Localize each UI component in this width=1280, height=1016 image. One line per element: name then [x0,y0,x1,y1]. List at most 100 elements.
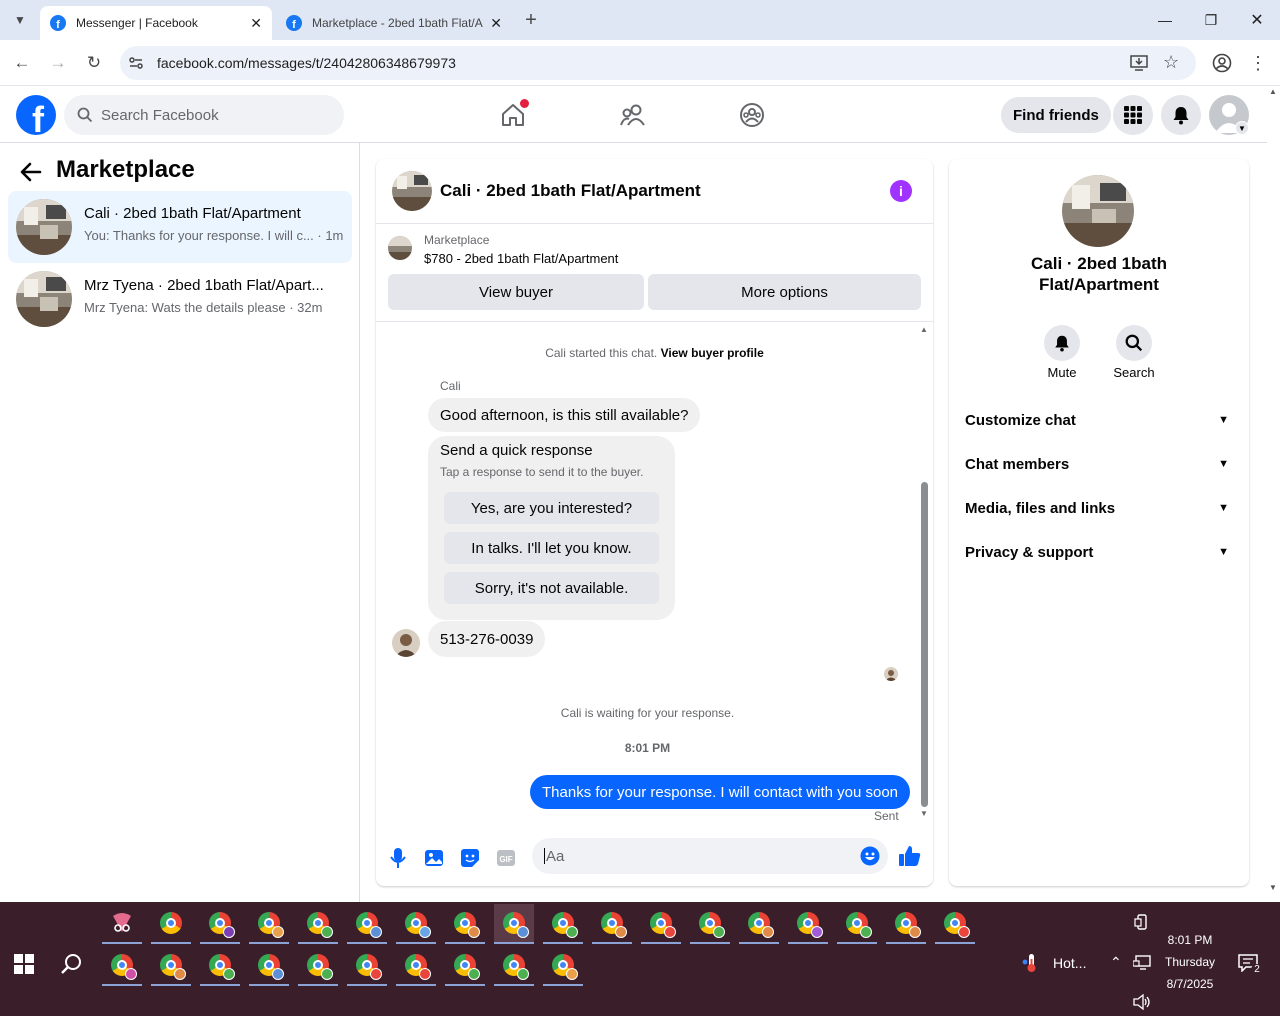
chrome-profile-icon[interactable] [396,946,436,986]
chrome-profile-icon[interactable] [249,904,289,944]
chrome-profile-icon[interactable] [249,946,289,986]
mute-button[interactable] [1044,325,1080,361]
close-tab-icon[interactable]: ✕ [490,15,502,32]
microphone-icon[interactable] [386,846,410,870]
media-files-links-row[interactable]: Media, files and links ▼ [965,486,1233,530]
chrome-profile-icon[interactable] [445,904,485,944]
minimize-icon[interactable]: — [1150,8,1180,32]
restore-icon[interactable]: ❐ [1196,8,1226,32]
listing-price-title[interactable]: $780 - 2bed 1bath Flat/Apartment [424,251,618,266]
gif-icon[interactable]: GIF [494,846,518,870]
menu-grid-button[interactable] [1113,95,1153,135]
chrome-profile-icon[interactable] [788,904,828,944]
chrome-profile-icon[interactable] [543,904,583,944]
network-icon[interactable] [1133,955,1151,971]
info-icon[interactable]: i [890,180,912,202]
tablet-mode-icon[interactable] [1134,914,1150,930]
chrome-profile-icon[interactable] [445,946,485,986]
scroll-up-arrow-icon[interactable]: ▲ [920,325,928,334]
chrome-profile-icon[interactable] [298,946,338,986]
quick-response-button[interactable]: Yes, are you interested? [444,492,659,524]
chrome-profile-icon[interactable] [494,946,534,986]
emoji-icon[interactable] [860,846,880,866]
chrome-profile-icon[interactable] [641,904,681,944]
tab-search-chevron-icon[interactable]: ▼ [6,6,34,34]
back-arrow-icon[interactable] [20,161,42,183]
photo-icon[interactable] [422,846,446,870]
more-options-button[interactable]: More options [648,274,921,310]
chrome-profile-icon[interactable] [935,904,975,944]
scrollbar-thumb[interactable] [921,482,928,807]
clock-time[interactable]: 8:01 PM [1160,933,1220,947]
scroll-down-arrow-icon[interactable]: ▼ [1269,883,1277,892]
taskbar-search-icon[interactable] [60,952,84,976]
chrome-profile-icon[interactable] [690,904,730,944]
chrome-profile-icon[interactable] [739,904,779,944]
chrome-profile-icon[interactable] [298,904,338,944]
notification-center-icon[interactable]: 2 [1238,954,1263,976]
notifications-button[interactable] [1161,95,1201,135]
sender-avatar[interactable] [392,629,420,657]
chrome-profile-icon[interactable] [886,904,926,944]
page-scrollbar[interactable]: ▲ ▼ [1267,87,1280,902]
chat-details-avatar[interactable] [1062,175,1134,247]
chrome-profile-icon[interactable] [837,904,877,944]
message-bubble[interactable]: 513-276-0039 [428,621,546,657]
message-bubble[interactable]: Good afternoon, is this still available? [428,398,701,432]
view-buyer-button[interactable]: View buyer [388,274,644,310]
snipping-tool-icon[interactable] [102,904,142,944]
show-hidden-icons-chevron-icon[interactable]: ⌃ [1110,954,1122,971]
bookmark-star-icon[interactable]: ☆ [1163,52,1179,73]
message-input[interactable]: Aa [532,838,888,874]
chat-members-row[interactable]: Chat members ▼ [965,442,1233,486]
site-info-icon[interactable] [128,55,144,71]
view-buyer-profile-link[interactable]: View buyer profile [661,346,764,360]
chrome-profile-icon[interactable] [151,904,191,944]
weather-text[interactable]: Hot... [1053,955,1086,971]
sticker-icon[interactable] [458,846,482,870]
clock-date[interactable]: 8/7/2025 [1160,977,1220,991]
volume-icon[interactable] [1133,994,1151,1010]
quick-response-button[interactable]: In talks. I'll let you know. [444,532,659,564]
chrome-profile-icon[interactable] [102,946,142,986]
chrome-profile-icon[interactable] [347,904,387,944]
chrome-profile-icon[interactable] [543,946,583,986]
tab-messenger[interactable]: f Messenger | Facebook ✕ [40,6,272,40]
search-conversation-button[interactable] [1116,325,1152,361]
windows-start-icon[interactable] [14,954,34,974]
forward-arrow-icon[interactable]: → [43,48,73,78]
chrome-profile-icon[interactable] [200,946,240,986]
chat-scrollbar[interactable]: ▲ ▼ [919,325,929,819]
menu-kebab-icon[interactable]: ⋮ [1243,48,1273,78]
chrome-profile-icon[interactable] [592,904,632,944]
quick-response-button[interactable]: Sorry, it's not available. [444,572,659,604]
scroll-down-arrow-icon[interactable]: ▼ [920,809,928,818]
facebook-logo-icon[interactable]: f [16,95,56,135]
install-app-icon[interactable] [1130,54,1148,72]
address-bar[interactable]: facebook.com/messages/t/2404280634867997… [120,46,1196,80]
sent-message-bubble[interactable]: Thanks for your response. I will contact… [530,775,911,809]
account-chevron-icon[interactable]: ▼ [1235,121,1249,135]
conversation-item[interactable]: Mrz Tyena · 2bed 1bath Flat/Apart... Mrz… [8,263,352,335]
chrome-profile-icon[interactable] [347,946,387,986]
profile-icon[interactable] [1212,53,1232,73]
chrome-profile-icon[interactable] [494,904,534,944]
chrome-profile-icon[interactable] [151,946,191,986]
reload-icon[interactable]: ↻ [79,48,109,78]
conversation-item[interactable]: Cali · 2bed 1bath Flat/Apartment You: Th… [8,191,352,263]
back-arrow-icon[interactable]: ← [7,48,37,78]
clock-day[interactable]: Thursday [1160,955,1220,969]
close-tab-icon[interactable]: ✕ [250,15,262,32]
facebook-search-input[interactable]: Search Facebook [64,95,344,135]
groups-nav[interactable] [736,99,768,131]
chat-avatar[interactable] [392,171,432,211]
privacy-support-row[interactable]: Privacy & support ▼ [965,530,1233,574]
close-window-icon[interactable]: ✕ [1242,8,1272,32]
find-friends-button[interactable]: Find friends [1001,97,1111,133]
home-nav[interactable] [497,99,529,131]
chrome-profile-icon[interactable] [200,904,240,944]
chrome-profile-icon[interactable] [396,904,436,944]
customize-chat-row[interactable]: Customize chat ▼ [965,398,1233,442]
tab-marketplace[interactable]: f Marketplace - 2bed 1bath Flat/A ✕ [276,6,512,40]
weather-thermometer-icon[interactable] [1021,952,1041,974]
